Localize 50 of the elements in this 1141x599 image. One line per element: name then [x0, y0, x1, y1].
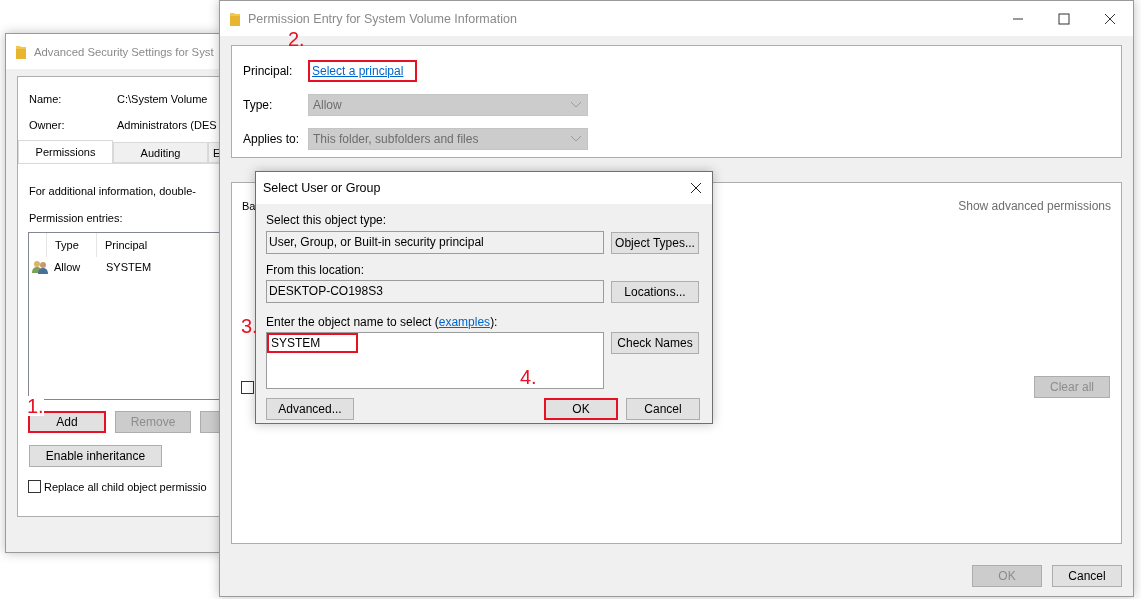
dialog-button[interactable]: OK — [544, 398, 618, 420]
entered-name: SYSTEM — [267, 333, 358, 353]
tab[interactable]: Auditing — [113, 142, 208, 163]
field-label: Principal: — [243, 64, 294, 78]
show-advanced-link[interactable]: Show advanced permissions — [958, 199, 1111, 213]
step-number: 4. — [520, 367, 537, 387]
chevron-down-icon — [571, 136, 581, 142]
table-cell-text: SYSTEM — [105, 261, 153, 273]
tab[interactable]: Permissions — [18, 140, 113, 163]
column-header[interactable]: Type — [46, 233, 96, 257]
folder-icon — [230, 11, 240, 26]
checkbox[interactable] — [28, 480, 41, 493]
examples-link[interactable]: examples — [438, 315, 491, 329]
dialog-button[interactable]: Cancel — [1052, 565, 1122, 587]
field-value: Administrators (DES — [117, 119, 217, 131]
dialog-title: Select User or Group — [263, 181, 381, 195]
check-names-button[interactable]: Check Names — [611, 332, 699, 354]
section-label: Permission entries: — [29, 212, 124, 224]
checkbox[interactable] — [241, 380, 254, 394]
name-prompt: Enter the object name to select (examples): — [266, 315, 499, 329]
field-value: C:\System Volume — [117, 93, 208, 105]
close-icon[interactable] — [1104, 12, 1116, 25]
step-number: 2. — [288, 29, 305, 49]
close-icon[interactable] — [690, 182, 702, 194]
info-text: For additional information, double- — [29, 185, 197, 197]
window-title: Permission Entry for System Volume Information — [248, 11, 518, 26]
field-label: Type: — [243, 98, 274, 112]
table-cell-text: Allow — [53, 261, 82, 273]
object-types-button[interactable]: Object Types... — [611, 231, 699, 254]
field-label: Applies to: — [243, 132, 301, 146]
field-label: Select this object type: — [266, 213, 388, 227]
folder-icon — [16, 44, 26, 59]
section-label: Ba — [242, 200, 256, 212]
advanced-button[interactable]: Advanced... — [266, 398, 354, 420]
location-field: DESKTOP-CO198S3 — [266, 280, 604, 303]
dialog-button[interactable]: Cancel — [626, 398, 700, 420]
locations-button[interactable]: Locations... — [611, 280, 699, 303]
checkbox-label: Replace all child object permissio — [44, 480, 207, 493]
step-number: 1. — [27, 396, 44, 416]
field-label: From this location: — [266, 263, 366, 277]
users-icon — [32, 260, 48, 274]
window-title: Advanced Security Settings for Syst — [34, 45, 214, 58]
object-type-field: User, Group, or Built-in security principal — [266, 231, 604, 254]
chevron-down-icon — [571, 102, 581, 108]
field-label: Name: — [29, 93, 63, 105]
maximize-icon[interactable] — [1058, 12, 1070, 25]
select-principal-link[interactable]: Select a principal — [308, 60, 418, 82]
enable-inheritance-button[interactable]: Enable inheritance — [29, 445, 162, 467]
column-header[interactable]: Principal — [96, 233, 216, 257]
field-label: Owner: — [29, 119, 66, 131]
